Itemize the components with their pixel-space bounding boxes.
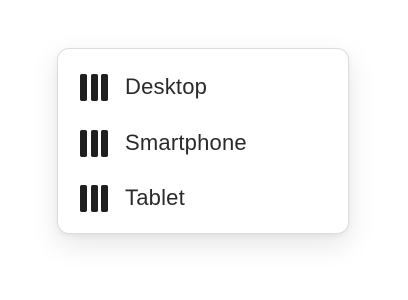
menu-item-desktop[interactable]: Desktop xyxy=(80,71,207,103)
menu-item-tablet[interactable]: Tablet xyxy=(80,182,185,214)
menu-item-label: Smartphone xyxy=(125,130,247,155)
menu-item-label: Desktop xyxy=(125,74,208,99)
menu-item-label: Tablet xyxy=(125,185,185,210)
device-menu: Desktop Smartphone Tablet xyxy=(57,48,349,234)
columns-icon xyxy=(80,129,108,157)
columns-icon xyxy=(80,184,108,212)
menu-item-smartphone[interactable]: Smartphone xyxy=(80,127,247,159)
columns-icon xyxy=(80,73,108,101)
